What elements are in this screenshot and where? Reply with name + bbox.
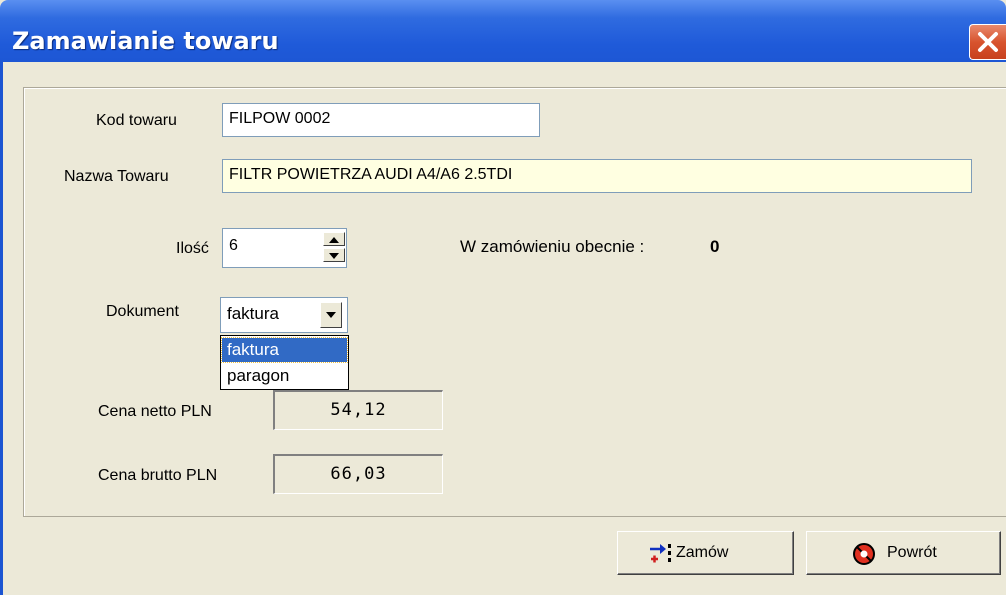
kod-field[interactable]: FILPOW 0002 (222, 103, 540, 137)
kod-label: Kod towaru (96, 112, 177, 129)
arrow-up-icon (329, 237, 339, 243)
ilosc-label: Ilość (176, 240, 209, 257)
option-faktura[interactable]: faktura (221, 337, 348, 363)
netto-label: Cena netto PLN (98, 403, 212, 420)
ilosc-up-button[interactable] (323, 232, 345, 246)
dokument-options-list: faktura paragon (220, 335, 349, 390)
in-order-value: 0 (710, 237, 720, 256)
chevron-down-icon (326, 312, 336, 318)
close-button[interactable] (969, 24, 1006, 60)
nazwa-label: Nazwa Towaru (64, 168, 169, 185)
brutto-label: Cena brutto PLN (98, 467, 218, 484)
in-order-label: W zamówieniu obecnie : (460, 237, 645, 256)
back-button-label: Powrót (887, 544, 937, 561)
close-icon (978, 32, 998, 52)
form-group (23, 87, 1006, 517)
dokument-label: Dokument (106, 303, 179, 320)
brutto-value: 66,03 (273, 454, 443, 494)
stop-icon (853, 543, 875, 565)
order-arrows-icon (650, 544, 671, 563)
nazwa-field[interactable]: FILTR POWIETRZA AUDI A4/A6 2.5TDI (222, 159, 972, 193)
order-button-label: Zamów (676, 544, 729, 561)
back-button[interactable]: Powrót (806, 531, 1001, 575)
dokument-dropdown-button[interactable] (320, 302, 342, 328)
option-paragon[interactable]: paragon (222, 364, 347, 388)
window-title: Zamawianie towaru (12, 27, 279, 55)
netto-value: 54,12 (273, 390, 443, 430)
arrow-down-icon (329, 253, 339, 259)
ilosc-down-button[interactable] (323, 248, 345, 262)
order-button[interactable]: Zamów (617, 531, 794, 575)
